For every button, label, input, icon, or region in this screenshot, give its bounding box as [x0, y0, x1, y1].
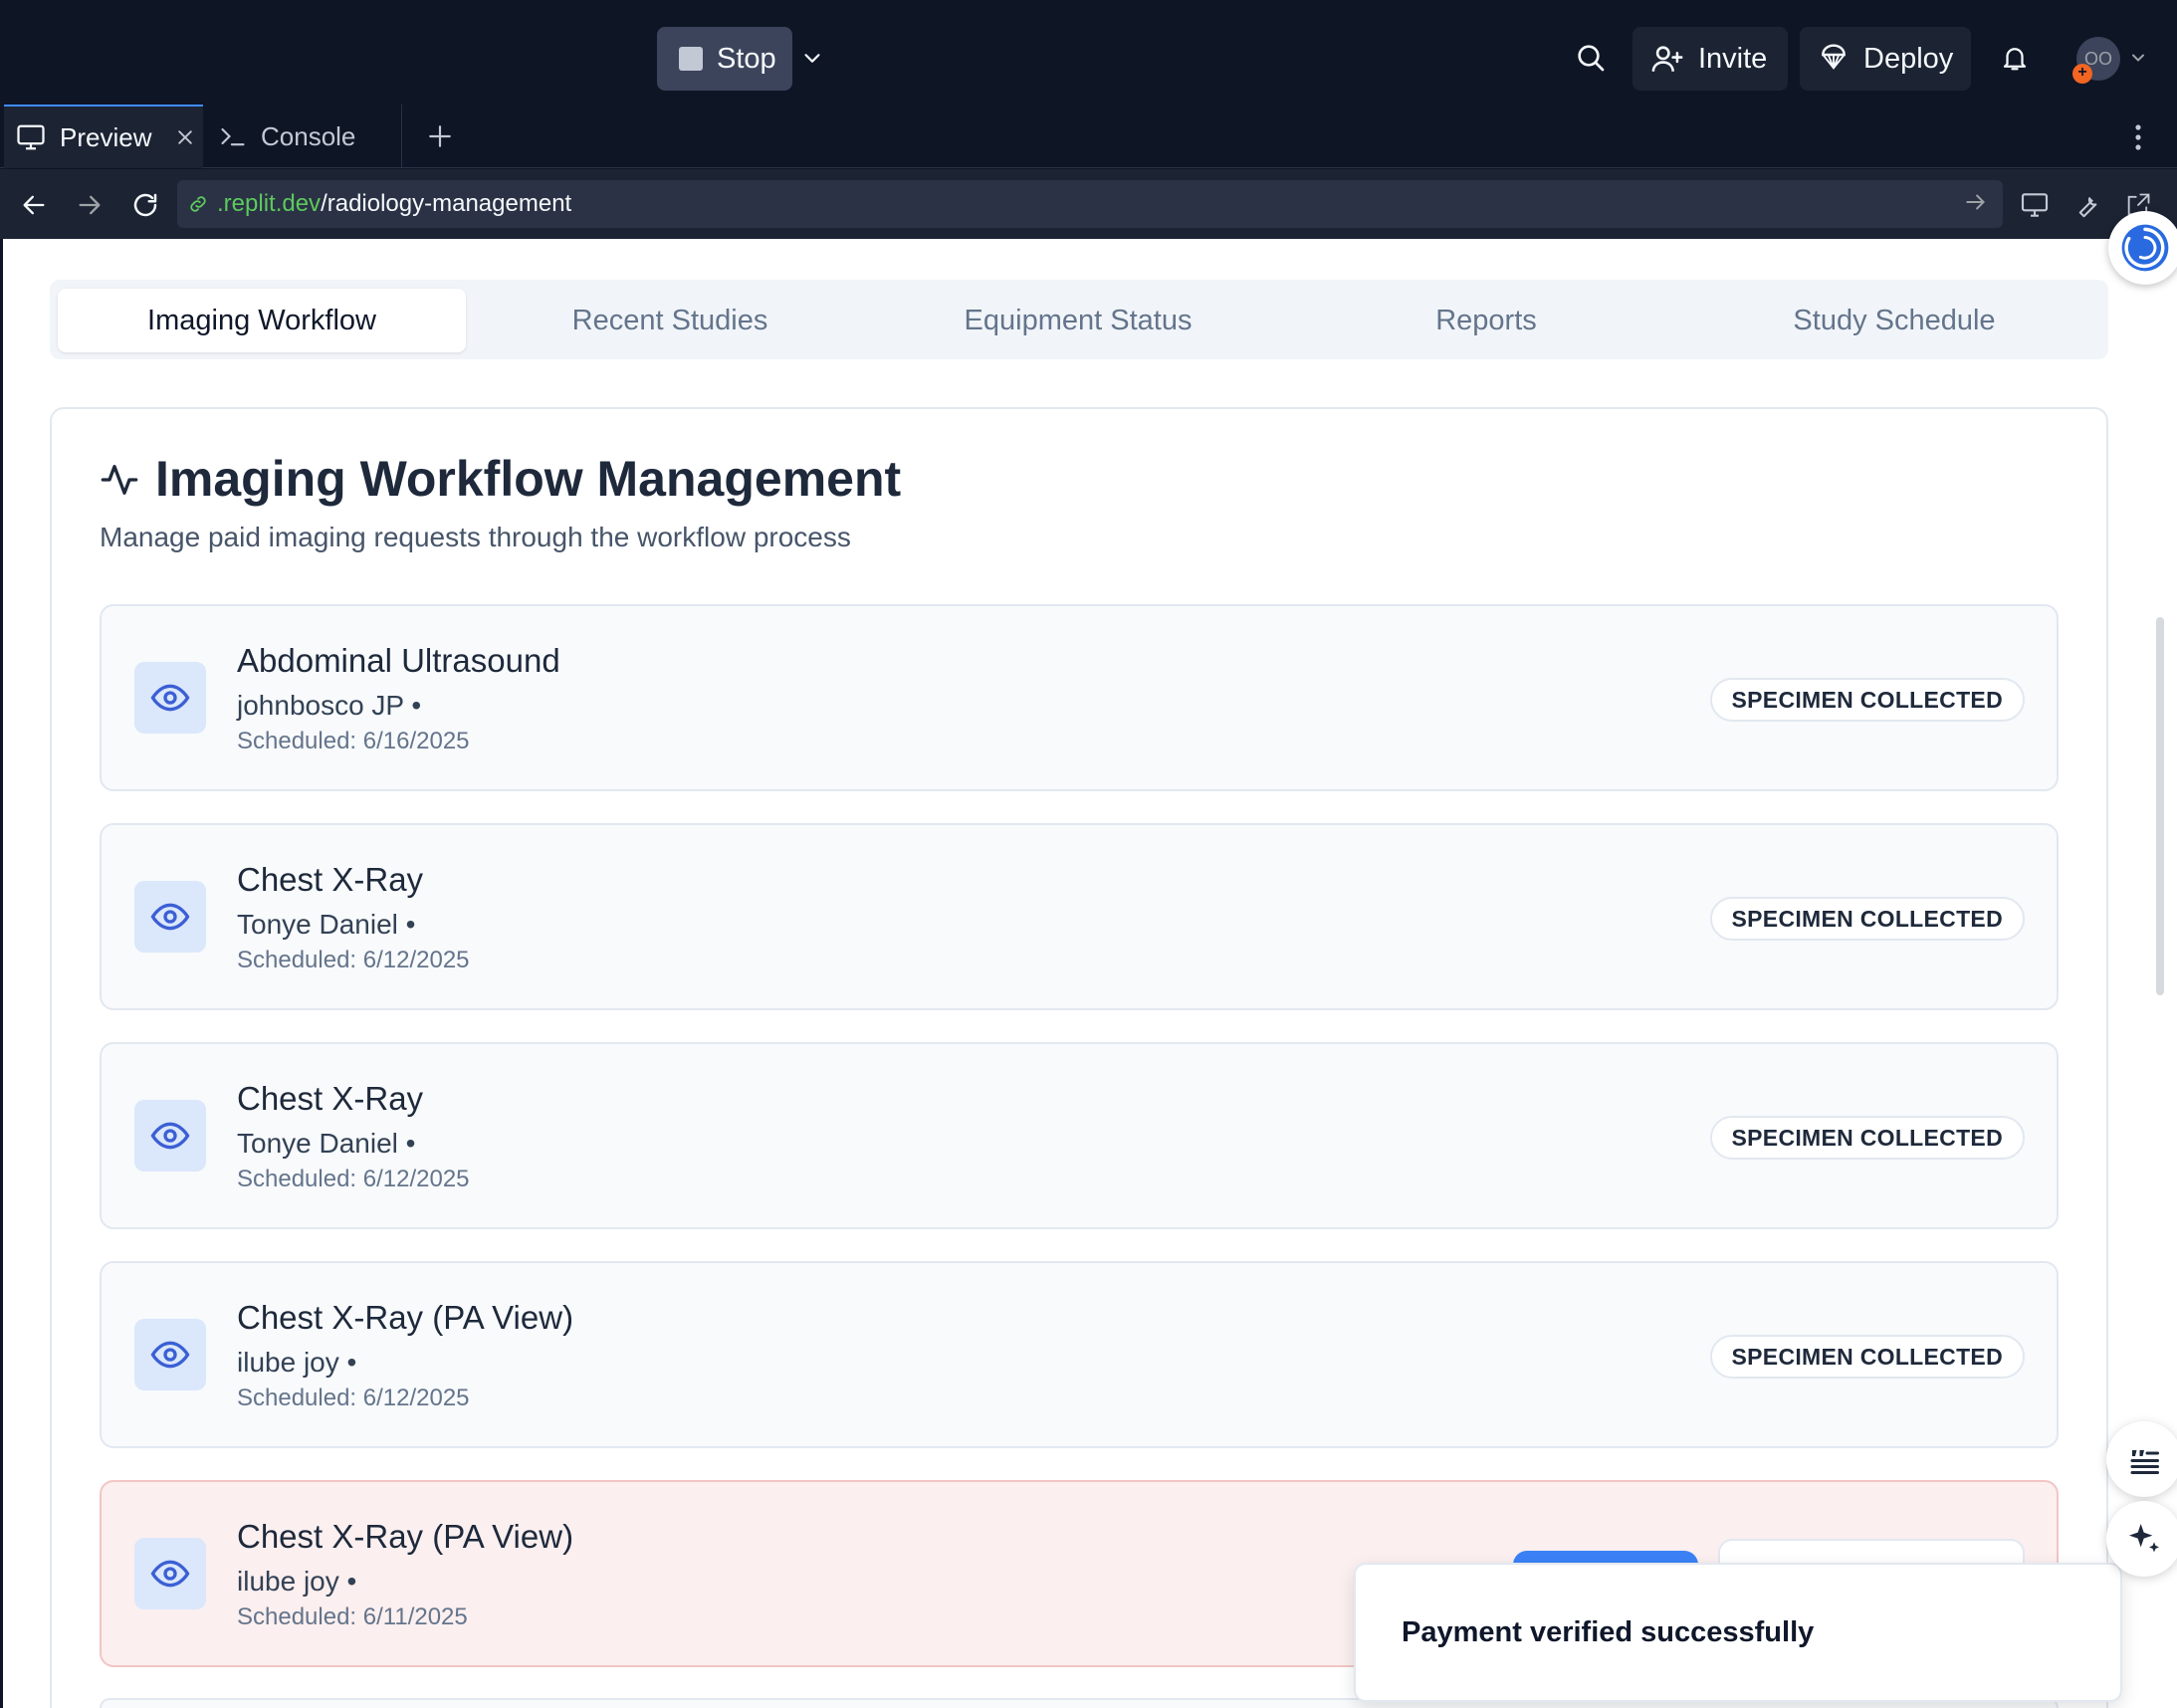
status-badge: SPECIMEN COLLECTED [1709, 1335, 2025, 1379]
request-row[interactable]: Chest X-Ray Tonye Daniel • Scheduled: 6/… [100, 823, 2059, 1010]
stop-label: Stop [717, 42, 776, 75]
request-scheduled: Scheduled: 6/12/2025 [237, 947, 470, 973]
tab-preview-label: Preview [60, 121, 152, 152]
link-icon [187, 193, 209, 215]
reload-icon[interactable] [125, 185, 165, 225]
search-icon[interactable] [1569, 36, 1613, 80]
bell-icon[interactable] [1995, 38, 2035, 78]
invite-icon [1650, 42, 1684, 76]
avatar-chevron-down-icon[interactable] [2128, 48, 2152, 72]
pulse-icon [100, 460, 139, 500]
toast-notification: Payment verified successfully [1354, 1563, 2122, 1702]
status-badge: SPECIMEN COLLECTED [1709, 1116, 2025, 1160]
stop-button[interactable]: Stop [657, 27, 792, 91]
request-title: Abdominal Ultrasound [237, 642, 560, 679]
eye-icon[interactable] [134, 662, 206, 734]
tab-study-schedule[interactable]: Study Schedule [1690, 289, 2098, 352]
card-title: Imaging Workflow Management [155, 451, 902, 507]
request-row[interactable]: Chest X-Ray (PA View) ilube joy • Schedu… [100, 1261, 2059, 1448]
request-row[interactable]: Abdominal Ultrasound johnbosco JP • Sche… [100, 604, 2059, 791]
toast-message: Payment verified successfully [1402, 1615, 1815, 1648]
tab-preview[interactable]: Preview [4, 105, 203, 168]
url-domain: .replit.dev [217, 190, 322, 217]
tab-console[interactable]: Console [207, 105, 402, 168]
eye-icon[interactable] [134, 1538, 206, 1609]
request-patient: ilube joy • [237, 1347, 357, 1378]
tab-console-label: Console [261, 120, 356, 151]
deploy-label: Deploy [1863, 42, 1954, 75]
status-badge: SPECIMEN COLLECTED [1709, 678, 2025, 722]
scrollbar[interactable] [2156, 617, 2164, 995]
eye-icon[interactable] [134, 1100, 206, 1172]
request-scheduled: Scheduled: 6/16/2025 [237, 728, 470, 754]
invite-label: Invite [1698, 42, 1768, 75]
devices-icon[interactable] [2015, 185, 2055, 225]
terminal-icon [219, 122, 247, 150]
quote-icon[interactable] [2106, 1421, 2177, 1497]
request-scheduled: Scheduled: 6/12/2025 [237, 1166, 470, 1192]
sparkle-icon[interactable] [2106, 1501, 2177, 1577]
plus-icon[interactable] [422, 118, 458, 154]
request-patient: ilube joy • [237, 1566, 357, 1597]
go-arrow-icon[interactable] [1963, 189, 1993, 219]
request-title: Chest X-Ray (PA View) [237, 1518, 574, 1555]
invite-button[interactable]: Invite [1633, 27, 1788, 91]
url-path: /radiology-management [321, 190, 572, 217]
forward-icon[interactable] [70, 185, 109, 225]
more-vertical-icon[interactable] [2126, 117, 2150, 157]
tab-reports[interactable]: Reports [1282, 289, 1690, 352]
card-description: Manage paid imaging requests through the… [100, 522, 851, 552]
deploy-icon [1818, 43, 1850, 75]
request-scheduled: Scheduled: 6/12/2025 [237, 1385, 470, 1411]
status-indicator-icon: + [2072, 64, 2092, 84]
monitor-icon [16, 122, 46, 152]
eye-icon[interactable] [134, 1319, 206, 1390]
request-row[interactable]: Chest X-Ray Tonye Daniel • Scheduled: 6/… [100, 1042, 2059, 1229]
wrench-icon[interactable] [2067, 185, 2106, 225]
tab-recent-studies[interactable]: Recent Studies [466, 289, 874, 352]
request-patient: Tonye Daniel • [237, 909, 416, 940]
request-patient: Tonye Daniel • [237, 1128, 416, 1159]
tab-imaging-workflow[interactable]: Imaging Workflow [58, 289, 466, 352]
url-bar[interactable]: .replit.dev/radiology-management [177, 180, 2003, 228]
request-title: Chest X-Ray [237, 1080, 424, 1117]
deploy-button[interactable]: Deploy [1800, 27, 1971, 91]
assistant-orb-icon[interactable] [2108, 211, 2177, 285]
close-icon[interactable] [175, 127, 195, 147]
eye-icon[interactable] [134, 881, 206, 953]
request-scheduled: Scheduled: 6/11/2025 [237, 1603, 468, 1630]
request-title: Chest X-Ray (PA View) [237, 1299, 574, 1336]
status-badge: SPECIMEN COLLECTED [1709, 897, 2025, 941]
request-title: Chest X-Ray [237, 861, 424, 898]
stop-icon [679, 47, 703, 71]
back-icon[interactable] [14, 185, 54, 225]
request-patient: johnbosco JP • [237, 690, 422, 721]
tab-equipment-status[interactable]: Equipment Status [874, 289, 1282, 352]
stop-dropdown-chevron-icon[interactable] [796, 40, 828, 76]
